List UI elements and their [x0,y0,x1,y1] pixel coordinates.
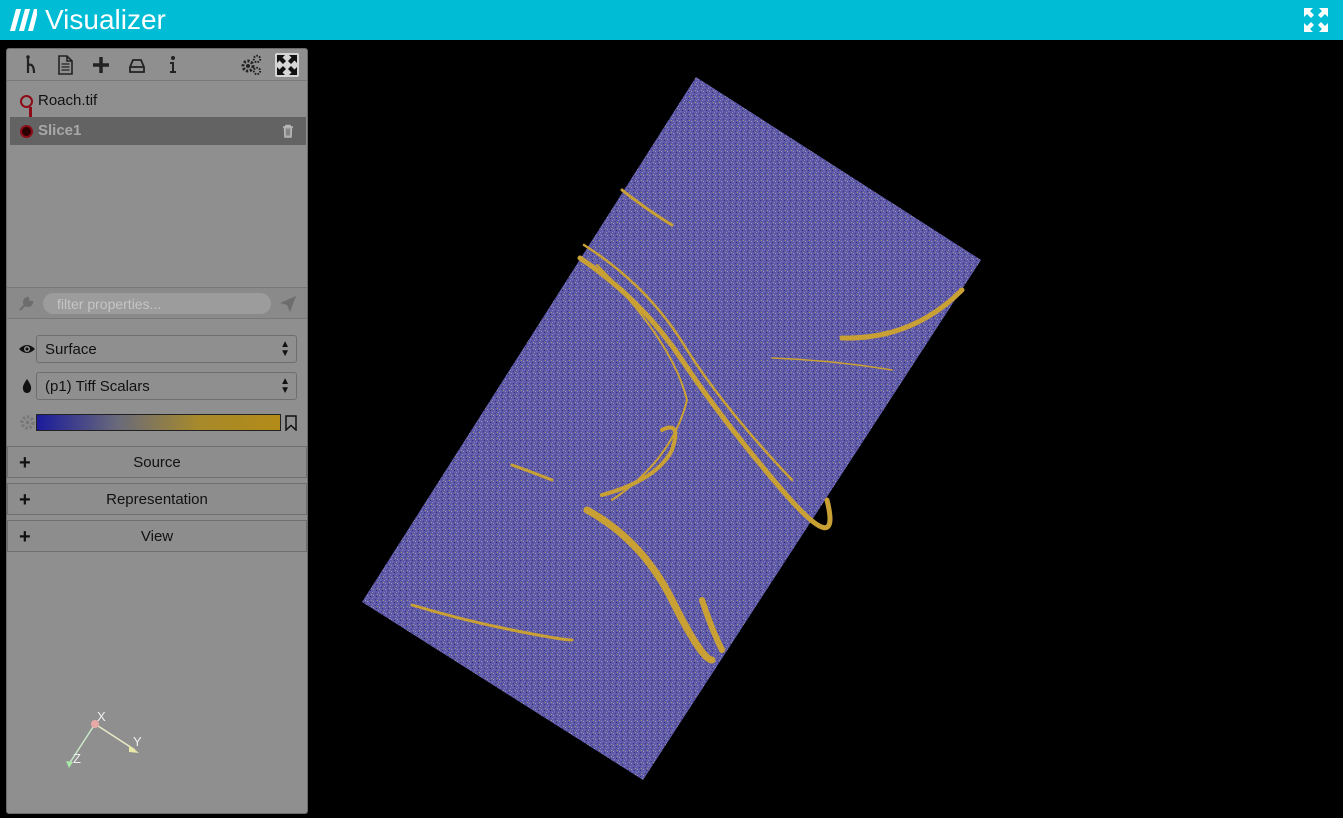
control-panel: Roach.tif Slice1 Surface ▲▼ [6,48,308,814]
z-axis-arrow [66,761,73,768]
representation-select[interactable]: Surface ▲ ▼ [36,335,297,363]
pipeline-node-icon [20,125,33,138]
send-icon[interactable] [279,295,297,313]
pipeline-browser: Roach.tif Slice1 [10,87,306,147]
drop-icon [22,379,32,393]
z-axis-label: Z [73,751,81,766]
wrench-icon [19,296,34,311]
collapse-icon[interactable] [275,53,299,77]
trash-icon[interactable] [280,123,296,139]
section-label: Representation [106,491,208,508]
settings-icon[interactable] [239,53,263,77]
eye-icon [19,345,35,353]
filter-properties-input[interactable] [43,293,271,314]
view-section[interactable]: + View [7,520,307,552]
pipeline-item-slice[interactable]: Slice1 [10,117,306,145]
storage-icon[interactable] [125,53,149,77]
color-by-select[interactable]: (p1) Tiff Scalars ▲ ▼ [36,372,297,400]
fullscreen-icon[interactable] [1303,7,1329,33]
section-label: Source [133,454,181,471]
section-label: View [140,528,174,545]
add-icon[interactable] [89,53,113,77]
pipeline-item-label: Roach.tif [38,92,98,109]
panel-toolbar [7,49,307,81]
filter-bar [7,287,307,319]
orientation-axes: X Y Z [66,709,142,768]
app-header: Visualizer [0,0,1343,40]
source-section[interactable]: + Source [7,446,307,478]
info-icon[interactable] [161,53,185,77]
x-axis-label: X [97,709,106,724]
pipeline-item-roach[interactable]: Roach.tif [10,87,306,121]
color-by-row: (p1) Tiff Scalars ▲ ▼ [7,371,307,401]
select-arrows-icon: ▲ ▼ [280,339,290,359]
color-by-value: (p1) Tiff Scalars [45,378,150,395]
document-icon[interactable] [53,53,77,77]
gear-icon[interactable] [19,414,36,431]
pipeline-item-label: Slice1 [38,122,82,139]
representation-value: Surface [45,341,97,358]
visualizer-logo-icon [10,9,37,31]
colormap-bar[interactable] [36,414,281,431]
app-title: Visualizer [45,4,166,35]
representation-row: Surface ▲ ▼ [7,334,307,364]
select-arrows-icon: ▲ ▼ [280,376,290,396]
y-axis-label: Y [133,734,142,749]
pipeline-icon[interactable] [19,53,43,77]
slice-render [362,77,981,780]
representation-section[interactable]: + Representation [7,483,307,515]
bookmark-icon[interactable] [284,415,298,431]
render-viewport[interactable] [312,40,1343,818]
